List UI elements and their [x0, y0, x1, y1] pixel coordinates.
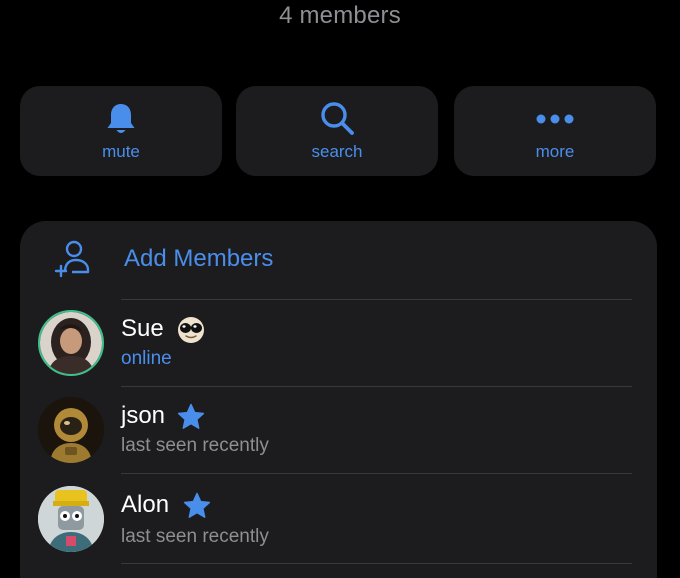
- search-label: search: [311, 142, 363, 161]
- member-status: last seen recently: [121, 526, 269, 547]
- add-members-row[interactable]: Add Members: [20, 221, 657, 299]
- list-item[interactable]: json last seen recently: [20, 387, 657, 474]
- ellipsis-icon: [454, 102, 656, 136]
- members-card: Add Members Sue online json last seen re…: [20, 221, 657, 578]
- mute-label: mute: [102, 142, 140, 161]
- sunglasses-emoji-icon: [176, 315, 206, 345]
- more-label: more: [535, 142, 575, 161]
- member-status: online: [121, 348, 172, 369]
- more-button[interactable]: more: [454, 86, 656, 176]
- members-count: 4 members: [279, 2, 401, 29]
- list-item[interactable]: Alon last seen recently: [20, 474, 657, 561]
- add-person-icon: [52, 239, 94, 281]
- member-status: last seen recently: [121, 435, 269, 456]
- bell-icon: [20, 102, 222, 136]
- action-bar: mute search more: [20, 86, 657, 176]
- divider: [121, 563, 632, 564]
- member-name: Alon: [121, 491, 170, 518]
- avatar: [38, 397, 104, 463]
- group-info-screen: 4 members mute search more Add Members S…: [0, 0, 680, 578]
- star-icon: [176, 402, 206, 432]
- add-members-label: Add Members: [124, 245, 274, 272]
- avatar: [38, 310, 104, 376]
- mute-button[interactable]: mute: [20, 86, 222, 176]
- star-icon: [182, 491, 212, 521]
- search-button[interactable]: search: [236, 86, 438, 176]
- list-item[interactable]: Sue online: [20, 300, 657, 387]
- magnifier-icon: [236, 102, 438, 136]
- member-name: json: [121, 402, 166, 429]
- member-name: Sue: [121, 315, 164, 342]
- avatar: [38, 486, 104, 552]
